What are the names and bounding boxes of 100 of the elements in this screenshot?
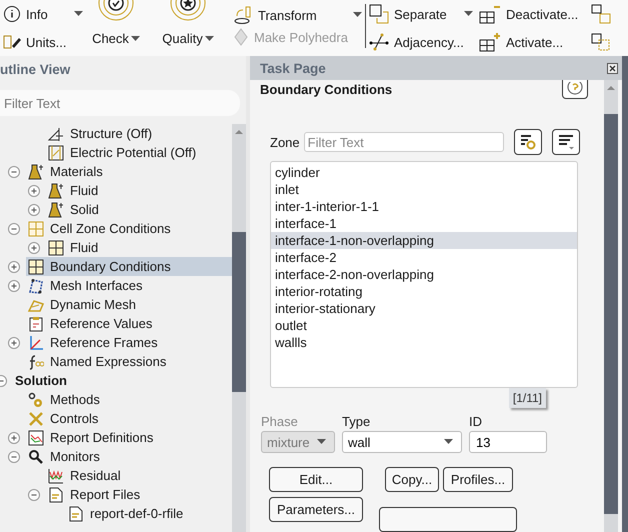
tree-item[interactable]: Cell Zone Conditions: [26, 219, 232, 238]
list-item[interactable]: inlet: [271, 181, 577, 198]
tree-item[interactable]: Boundary Conditions: [26, 257, 232, 276]
list-menu-icon: [556, 133, 575, 151]
expand-toggle[interactable]: [8, 336, 20, 348]
expand-toggle[interactable]: [8, 166, 20, 178]
list-item[interactable]: interface-1-non-overlapping: [271, 232, 577, 249]
profiles-button[interactable]: Profiles...: [443, 467, 513, 492]
ribbon-button[interactable]: Transform: [233, 4, 362, 26]
flask-icon: [48, 182, 64, 198]
tree-item[interactable]: Named Expressions: [26, 352, 232, 371]
tree-item[interactable]: Solution: [13, 371, 232, 390]
list-item[interactable]: interface-2-non-overlapping: [271, 266, 577, 283]
list-item[interactable]: wallls: [271, 334, 577, 351]
methods-icon: [28, 392, 44, 408]
clipboard-icon: [28, 316, 44, 332]
expand-toggle[interactable]: [28, 242, 40, 254]
field-label: Zone: [270, 134, 300, 150]
list-item[interactable]: interface-1: [271, 215, 577, 232]
tooltip: [1/11]: [508, 388, 546, 408]
zone-list[interactable]: cylinder inlet inter-1-interior-1-1 interface-1 interface-1-non-overlapping interface-2 interface-2-non-overlapping interior-rotating interior-stationary outlet wallls: [270, 161, 578, 388]
panel-title: Task Page: [260, 60, 326, 76]
copy-button[interactable]: Copy...: [385, 467, 439, 492]
tree-item[interactable]: Structure (Off): [46, 124, 232, 143]
separate-icon: [369, 4, 389, 24]
ribbon-button[interactable]: Units...: [3, 31, 83, 53]
list-item[interactable]: interior-rotating: [271, 283, 577, 300]
tree-item[interactable]: Reference Values: [26, 314, 232, 333]
residual-plot-icon: [48, 468, 64, 484]
button[interactable]: [379, 507, 517, 532]
expand-toggle[interactable]: [28, 204, 40, 216]
ribbon-button[interactable]: Adjacency...: [369, 31, 473, 53]
info-icon: [3, 5, 21, 23]
tree-item[interactable]: report-def-0-rfile: [66, 504, 232, 523]
expand-toggle[interactable]: [8, 280, 20, 292]
filter-field[interactable]: Filter Text: [304, 132, 504, 152]
polyhedron-icon: [233, 28, 249, 46]
scrollbar[interactable]: [232, 124, 246, 532]
tree-item[interactable]: Electric Potential (Off): [46, 143, 232, 162]
ribbon-button[interactable]: Check: [89, 0, 143, 56]
tree-item[interactable]: Fluid: [46, 181, 232, 200]
field-label: Phase: [261, 414, 299, 429]
ribbon-button[interactable]: Separate: [369, 3, 473, 25]
expand-toggle[interactable]: [28, 488, 40, 500]
expand-toggle[interactable]: [28, 184, 40, 196]
grid-icon: [28, 220, 44, 236]
tree-item[interactable]: Solid: [46, 200, 232, 219]
grid-minus-icon: [479, 4, 501, 24]
list-item[interactable]: outlet: [271, 317, 577, 334]
grid-icon: [48, 240, 64, 256]
sort-button[interactable]: [552, 129, 580, 155]
type-dropdown[interactable]: wall: [342, 431, 462, 453]
expand-toggle[interactable]: [8, 222, 20, 234]
list-item[interactable]: interface-2: [271, 249, 577, 266]
tree-item[interactable]: Methods: [26, 390, 232, 409]
ribbon-button[interactable]: Activate...: [479, 31, 585, 53]
flask-icon: [48, 202, 64, 218]
list-item[interactable]: cylinder: [271, 164, 577, 181]
tree-item[interactable]: Controls: [26, 409, 232, 428]
expand-toggle[interactable]: [8, 260, 20, 272]
list-item[interactable]: interior-stationary: [271, 300, 577, 317]
ribbon-button[interactable]: Deactivate...: [479, 3, 585, 25]
grid-arrow-icon[interactable]: [591, 4, 611, 24]
mesh-icon: [28, 278, 44, 294]
ribbon-button[interactable]: Info: [3, 3, 83, 25]
close-icon[interactable]: [607, 62, 618, 74]
copy-icon[interactable]: [591, 32, 611, 52]
search-field[interactable]: Filter Text: [0, 90, 240, 116]
tree-item[interactable]: Report Definitions: [26, 428, 232, 447]
id-field[interactable]: 13: [469, 431, 547, 453]
flask-icon: [28, 164, 44, 180]
help-button[interactable]: [562, 80, 588, 99]
tree-item[interactable]: Report Files: [46, 485, 232, 504]
report-chart-icon: [28, 430, 44, 446]
filter-button[interactable]: [514, 129, 542, 155]
field-label: Type: [342, 414, 372, 429]
grid-plus-icon: [479, 32, 501, 52]
expand-toggle[interactable]: [8, 432, 20, 444]
list-item[interactable]: inter-1-interior-1-1: [271, 198, 577, 215]
tools-icon: [28, 410, 44, 426]
tree-item[interactable]: Materials: [26, 162, 232, 181]
edit-button[interactable]: Edit...: [269, 467, 363, 492]
search-icon: [28, 448, 44, 464]
ribbon-button[interactable]: Quality: [149, 0, 227, 56]
axes-icon: [28, 334, 44, 350]
tree-item[interactable]: Fluid: [46, 238, 232, 257]
expand-toggle[interactable]: [8, 450, 20, 462]
tree-item[interactable]: Dynamic Mesh: [26, 295, 232, 314]
scrollbar[interactable]: [604, 80, 618, 532]
parameters-button[interactable]: Parameters...: [269, 497, 363, 522]
adjacency-icon: [369, 33, 389, 51]
page-heading: Boundary Conditions: [260, 80, 392, 98]
tree-item[interactable]: Monitors: [26, 447, 232, 466]
transform-icon: [233, 5, 253, 25]
structure-icon: [48, 126, 64, 142]
pencil-icon: [3, 34, 21, 50]
tree-item[interactable]: Residual: [46, 466, 232, 485]
tree-item[interactable]: Mesh Interfaces: [26, 276, 232, 295]
document-icon: [48, 486, 64, 502]
tree-item[interactable]: Reference Frames: [26, 333, 232, 352]
